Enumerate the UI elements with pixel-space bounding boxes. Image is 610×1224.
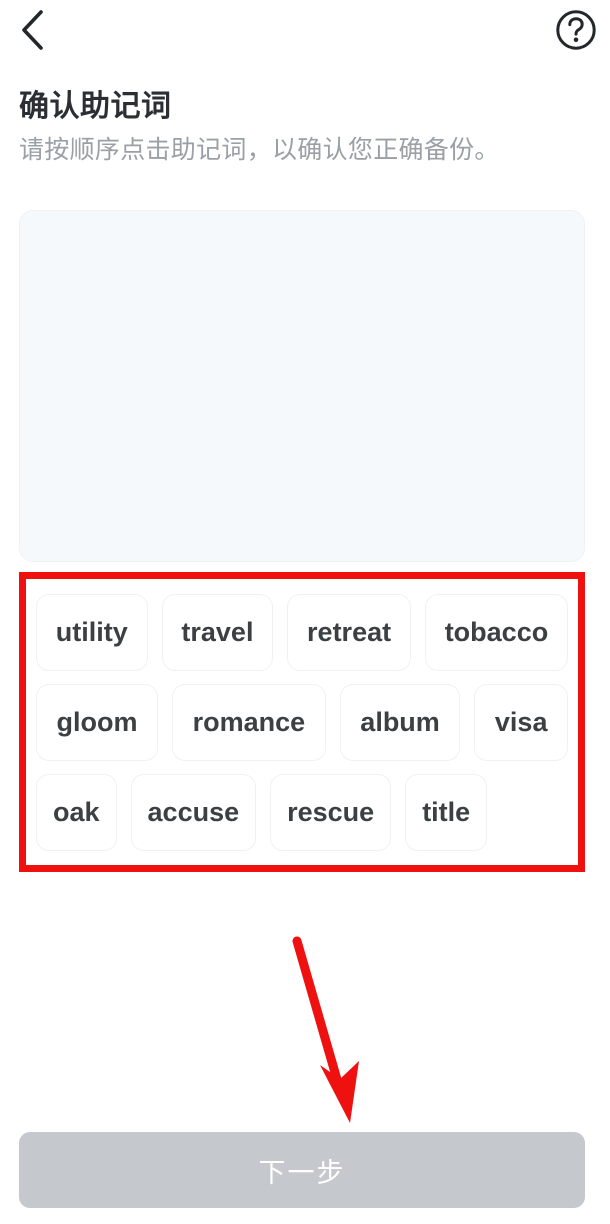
word-chip[interactable]: utility (36, 594, 148, 671)
confirm-mnemonic-screen: 确认助记词 请按顺序点击助记词，以确认您正确备份。 utility travel… (0, 0, 610, 1224)
word-chip[interactable]: retreat (287, 594, 411, 671)
back-button[interactable] (6, 4, 58, 56)
word-chip[interactable]: gloom (36, 684, 159, 761)
word-chip[interactable]: travel (161, 594, 274, 671)
help-circle-icon (555, 9, 597, 51)
word-chip[interactable]: title (405, 774, 488, 851)
selected-words-list (20, 211, 584, 561)
page-title: 确认助记词 (19, 90, 172, 123)
annotation-arrow (280, 935, 390, 1125)
word-chip[interactable]: album (339, 684, 461, 761)
selected-words-panel[interactable] (19, 210, 585, 562)
word-pool: utility travel retreat tobacco gloom rom… (26, 582, 578, 864)
word-pool-row: oak accuse rescue title (36, 774, 568, 851)
word-pool-row: gloom romance album visa (36, 684, 569, 761)
help-button[interactable] (552, 6, 600, 54)
navigation-bar (0, 0, 610, 62)
word-chip[interactable]: accuse (130, 774, 257, 851)
next-button[interactable]: 下一步 (19, 1132, 585, 1208)
word-chip[interactable]: visa (474, 684, 569, 761)
word-chip[interactable]: romance (172, 684, 326, 761)
word-chip[interactable]: rescue (270, 774, 392, 851)
word-chip[interactable]: tobacco (424, 594, 569, 671)
chevron-left-icon (19, 9, 45, 51)
word-chip[interactable]: oak (36, 774, 117, 851)
word-pool-row: utility travel retreat tobacco (36, 594, 569, 671)
page-subtitle: 请按顺序点击助记词，以确认您正确备份。 (19, 136, 500, 164)
